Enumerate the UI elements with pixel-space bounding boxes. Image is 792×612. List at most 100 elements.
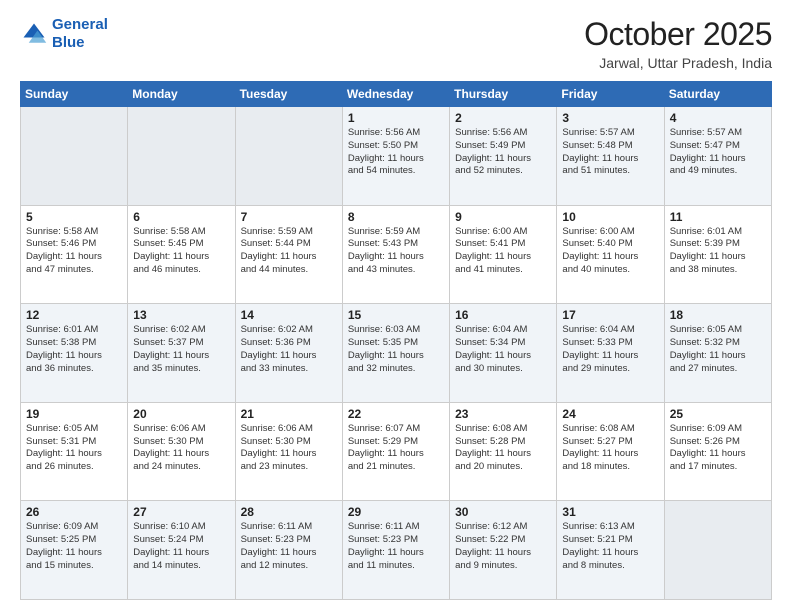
day-number: 19 (26, 407, 122, 421)
day-info: Sunrise: 6:05 AMSunset: 5:31 PMDaylight:… (26, 423, 122, 474)
calendar-week-row: 19 Sunrise: 6:05 AMSunset: 5:31 PMDayligh… (21, 402, 772, 501)
day-info: Sunrise: 6:12 AMSunset: 5:22 PMDaylight:… (455, 521, 551, 572)
day-info: Sunrise: 6:11 AMSunset: 5:23 PMDaylight:… (241, 521, 337, 572)
calendar-cell: 25 Sunrise: 6:09 AMSunset: 5:26 PMDayligh… (664, 402, 771, 501)
calendar-cell: 7Sunrise: 5:59 AMSunset: 5:44 PMDaylight… (235, 205, 342, 304)
calendar-cell (128, 107, 235, 206)
calendar-cell: 23 Sunrise: 6:08 AMSunset: 5:28 PMDayligh… (450, 402, 557, 501)
calendar-week-row: 1 Sunrise: 5:56 AMSunset: 5:50 PMDaylight… (21, 107, 772, 206)
title-block: October 2025 Jarwal, Uttar Pradesh, Indi… (584, 16, 772, 71)
day-info: Sunrise: 5:59 AMSunset: 5:43 PMDaylight:… (348, 226, 444, 277)
day-number: 14 (241, 308, 337, 322)
calendar-cell: 21 Sunrise: 6:06 AMSunset: 5:30 PMDayligh… (235, 402, 342, 501)
day-number: 4 (670, 111, 766, 125)
calendar-cell: 6 Sunrise: 5:58 AMSunset: 5:45 PMDaylight… (128, 205, 235, 304)
calendar-cell: 30Sunrise: 6:12 AMSunset: 5:22 PMDayligh… (450, 501, 557, 600)
day-number: 6 (133, 210, 229, 224)
calendar-cell: 11 Sunrise: 6:01 AMSunset: 5:39 PMDayligh… (664, 205, 771, 304)
day-info: Sunrise: 6:08 AMSunset: 5:28 PMDaylight:… (455, 423, 551, 474)
calendar-cell: 13 Sunrise: 6:02 AMSunset: 5:37 PMDayligh… (128, 304, 235, 403)
calendar-cell (235, 107, 342, 206)
day-info: Sunrise: 5:56 AMSunset: 5:49 PMDaylight:… (455, 127, 551, 178)
day-number: 20 (133, 407, 229, 421)
day-number: 2 (455, 111, 551, 125)
day-number: 16 (455, 308, 551, 322)
day-info: Sunrise: 6:07 AMSunset: 5:29 PMDaylight:… (348, 423, 444, 474)
day-info: Sunrise: 6:02 AMSunset: 5:36 PMDaylight:… (241, 324, 337, 375)
location: Jarwal, Uttar Pradesh, India (584, 55, 772, 71)
day-info: Sunrise: 6:09 AMSunset: 5:25 PMDaylight:… (26, 521, 122, 572)
day-number: 17 (562, 308, 658, 322)
day-info: Sunrise: 6:13 AMSunset: 5:21 PMDaylight:… (562, 521, 658, 572)
day-info: Sunrise: 6:01 AMSunset: 5:39 PMDaylight:… (670, 226, 766, 277)
logo-text: General Blue (52, 16, 108, 52)
day-number: 11 (670, 210, 766, 224)
calendar-cell: 18 Sunrise: 6:05 AMSunset: 5:32 PMDayligh… (664, 304, 771, 403)
day-number: 8 (348, 210, 444, 224)
day-info: Sunrise: 5:58 AMSunset: 5:45 PMDaylight:… (133, 226, 229, 277)
day-number: 23 (455, 407, 551, 421)
weekday-header-row: SundayMondayTuesdayWednesdayThursdayFrid… (21, 82, 772, 107)
header: General Blue October 2025 Jarwal, Uttar … (20, 16, 772, 71)
day-number: 18 (670, 308, 766, 322)
calendar-week-row: 5Sunrise: 5:58 AMSunset: 5:46 PMDaylight… (21, 205, 772, 304)
calendar-cell: 4 Sunrise: 5:57 AMSunset: 5:47 PMDaylight… (664, 107, 771, 206)
day-number: 9 (455, 210, 551, 224)
day-number: 10 (562, 210, 658, 224)
calendar-cell: 26 Sunrise: 6:09 AMSunset: 5:25 PMDayligh… (21, 501, 128, 600)
day-info: Sunrise: 6:09 AMSunset: 5:26 PMDaylight:… (670, 423, 766, 474)
day-info: Sunrise: 6:01 AMSunset: 5:38 PMDaylight:… (26, 324, 122, 375)
calendar-cell: 20Sunrise: 6:06 AMSunset: 5:30 PMDayligh… (128, 402, 235, 501)
calendar-cell: 1 Sunrise: 5:56 AMSunset: 5:50 PMDaylight… (342, 107, 449, 206)
calendar-cell: 28Sunrise: 6:11 AMSunset: 5:23 PMDayligh… (235, 501, 342, 600)
day-info: Sunrise: 5:57 AMSunset: 5:47 PMDaylight:… (670, 127, 766, 178)
day-number: 31 (562, 505, 658, 519)
logo-line2: Blue (52, 34, 108, 52)
day-number: 12 (26, 308, 122, 322)
calendar-cell: 2 Sunrise: 5:56 AMSunset: 5:49 PMDaylight… (450, 107, 557, 206)
weekday-header: Wednesday (342, 82, 449, 107)
day-number: 25 (670, 407, 766, 421)
day-number: 21 (241, 407, 337, 421)
calendar-cell: 3Sunrise: 5:57 AMSunset: 5:48 PMDaylight… (557, 107, 664, 206)
calendar-week-row: 26 Sunrise: 6:09 AMSunset: 5:25 PMDayligh… (21, 501, 772, 600)
logo: General Blue (20, 16, 108, 52)
calendar-cell (21, 107, 128, 206)
day-info: Sunrise: 6:10 AMSunset: 5:24 PMDaylight:… (133, 521, 229, 572)
day-info: Sunrise: 6:11 AMSunset: 5:23 PMDaylight:… (348, 521, 444, 572)
day-info: Sunrise: 6:08 AMSunset: 5:27 PMDaylight:… (562, 423, 658, 474)
calendar-week-row: 12 Sunrise: 6:01 AMSunset: 5:38 PMDayligh… (21, 304, 772, 403)
day-info: Sunrise: 6:05 AMSunset: 5:32 PMDaylight:… (670, 324, 766, 375)
day-number: 26 (26, 505, 122, 519)
calendar-cell: 8 Sunrise: 5:59 AMSunset: 5:43 PMDaylight… (342, 205, 449, 304)
day-number: 13 (133, 308, 229, 322)
calendar-cell: 31 Sunrise: 6:13 AMSunset: 5:21 PMDayligh… (557, 501, 664, 600)
day-info: Sunrise: 6:02 AMSunset: 5:37 PMDaylight:… (133, 324, 229, 375)
weekday-header: Thursday (450, 82, 557, 107)
calendar-cell: 27Sunrise: 6:10 AMSunset: 5:24 PMDayligh… (128, 501, 235, 600)
page: General Blue October 2025 Jarwal, Uttar … (0, 0, 792, 612)
day-info: Sunrise: 6:06 AMSunset: 5:30 PMDaylight:… (241, 423, 337, 474)
calendar-cell: 16Sunrise: 6:04 AMSunset: 5:34 PMDayligh… (450, 304, 557, 403)
calendar-cell: 9 Sunrise: 6:00 AMSunset: 5:41 PMDaylight… (450, 205, 557, 304)
day-number: 1 (348, 111, 444, 125)
calendar-cell: 22Sunrise: 6:07 AMSunset: 5:29 PMDayligh… (342, 402, 449, 501)
weekday-header: Friday (557, 82, 664, 107)
day-number: 5 (26, 210, 122, 224)
day-info: Sunrise: 5:57 AMSunset: 5:48 PMDaylight:… (562, 127, 658, 178)
calendar-cell: 19 Sunrise: 6:05 AMSunset: 5:31 PMDayligh… (21, 402, 128, 501)
day-info: Sunrise: 6:04 AMSunset: 5:33 PMDaylight:… (562, 324, 658, 375)
calendar-cell (664, 501, 771, 600)
calendar-cell: 12 Sunrise: 6:01 AMSunset: 5:38 PMDayligh… (21, 304, 128, 403)
day-info: Sunrise: 5:56 AMSunset: 5:50 PMDaylight:… (348, 127, 444, 178)
calendar-cell: 15Sunrise: 6:03 AMSunset: 5:35 PMDayligh… (342, 304, 449, 403)
day-number: 24 (562, 407, 658, 421)
day-info: Sunrise: 6:00 AMSunset: 5:41 PMDaylight:… (455, 226, 551, 277)
weekday-header: Saturday (664, 82, 771, 107)
calendar-cell: 17 Sunrise: 6:04 AMSunset: 5:33 PMDayligh… (557, 304, 664, 403)
calendar-cell: 29Sunrise: 6:11 AMSunset: 5:23 PMDayligh… (342, 501, 449, 600)
calendar-cell: 24 Sunrise: 6:08 AMSunset: 5:27 PMDayligh… (557, 402, 664, 501)
day-info: Sunrise: 6:03 AMSunset: 5:35 PMDaylight:… (348, 324, 444, 375)
calendar-cell: 10Sunrise: 6:00 AMSunset: 5:40 PMDayligh… (557, 205, 664, 304)
day-number: 7 (241, 210, 337, 224)
